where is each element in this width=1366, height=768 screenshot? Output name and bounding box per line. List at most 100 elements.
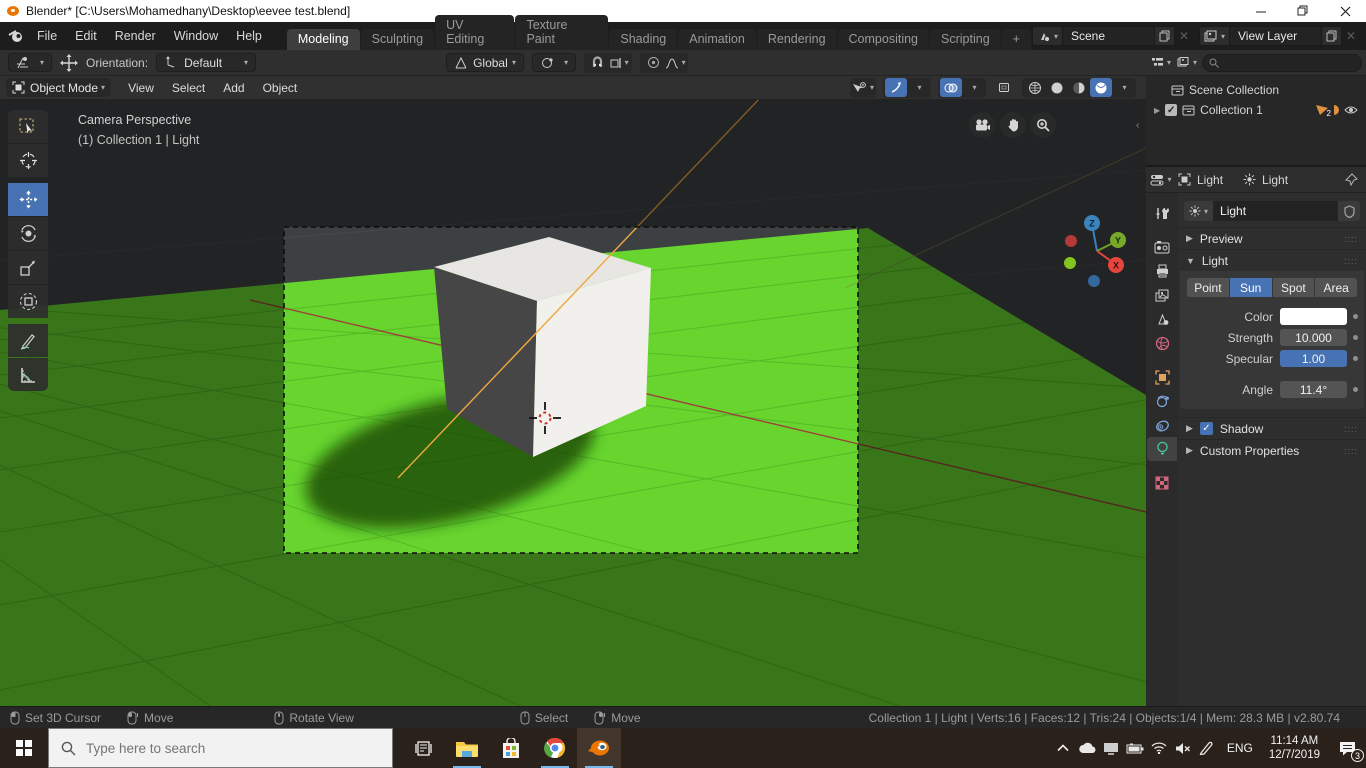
3d-viewport[interactable]: Z Y X Camera Perspective (1) Collection … xyxy=(0,100,1146,706)
hide-eye-icon[interactable] xyxy=(1344,105,1358,115)
workspace-tab-modeling[interactable]: Modeling xyxy=(286,29,360,50)
show-overlays-icon[interactable] xyxy=(940,78,962,97)
light-name-field[interactable]: Light xyxy=(1213,201,1338,221)
workspace-tab-animation[interactable]: Animation xyxy=(678,29,756,50)
viewport-menu-view[interactable]: View xyxy=(119,81,163,95)
workspace-tab-uv-editing[interactable]: UV Editing xyxy=(435,15,515,50)
camera-view-button[interactable] xyxy=(969,112,995,138)
animate-dot[interactable] xyxy=(1353,335,1358,340)
expand-icon[interactable]: ▶ xyxy=(1154,106,1160,115)
view-layer-unlink-icon[interactable]: ✕ xyxy=(1342,29,1360,43)
object-tab[interactable] xyxy=(1147,365,1177,389)
tray-chevron-up-icon[interactable] xyxy=(1051,728,1075,768)
blender-menu-icon[interactable] xyxy=(8,29,24,43)
snap-target-dropdown[interactable]: ▾ xyxy=(608,53,630,72)
light-panel-header[interactable]: ▼ Light :::: xyxy=(1178,249,1366,271)
proportional-falloff-dropdown[interactable]: ▾ xyxy=(664,53,686,72)
animate-dot[interactable] xyxy=(1353,387,1358,392)
task-view-button[interactable] xyxy=(401,728,445,768)
viewport-menu-object[interactable]: Object xyxy=(254,81,307,95)
pen-icon[interactable] xyxy=(1195,728,1219,768)
animate-dot[interactable] xyxy=(1353,356,1358,361)
shading-solid-icon[interactable] xyxy=(1046,78,1068,97)
menu-edit[interactable]: Edit xyxy=(66,29,106,43)
viewport-menu-select[interactable]: Select xyxy=(163,81,214,95)
volume-muted-icon[interactable] xyxy=(1171,728,1195,768)
menu-help[interactable]: Help xyxy=(227,29,271,43)
restore-button[interactable] xyxy=(1282,0,1324,22)
menu-window[interactable]: Window xyxy=(165,29,227,43)
tool-scale[interactable] xyxy=(8,251,48,284)
gizmo-dropdown-icon[interactable]: ▾ xyxy=(907,78,929,97)
tool-measure[interactable] xyxy=(8,358,48,391)
outliner-row-collection-1[interactable]: ▶ ✓ Collection 1 2 xyxy=(1146,100,1366,120)
light-type-area[interactable]: Area xyxy=(1315,278,1357,297)
language-indicator[interactable]: ENG xyxy=(1219,741,1261,755)
chrome-button[interactable] xyxy=(533,728,577,768)
scene-icon[interactable]: ▾ xyxy=(1031,26,1063,46)
output-tab[interactable] xyxy=(1147,259,1177,283)
preview-panel-header[interactable]: ▶ Preview :::: xyxy=(1178,227,1366,249)
physics-tab[interactable] xyxy=(1147,389,1177,413)
shading-wireframe-icon[interactable] xyxy=(1024,78,1046,97)
object-data-tab[interactable] xyxy=(1147,437,1177,461)
orientation-dropdown[interactable]: Default ▾ xyxy=(156,53,257,72)
outliner-row-scene-collection[interactable]: Scene Collection xyxy=(1146,80,1366,100)
panel-drag-dots[interactable]: :::: xyxy=(1344,234,1358,244)
scene-copy-icon[interactable] xyxy=(1154,26,1175,46)
onedrive-icon[interactable] xyxy=(1075,728,1099,768)
workspace-tab-add[interactable]: + xyxy=(1001,29,1031,50)
properties-editor-type-icon[interactable]: ▾ xyxy=(1150,170,1172,189)
wifi-icon[interactable] xyxy=(1147,728,1171,768)
tool-tab[interactable] xyxy=(1147,201,1177,225)
scene-name-field[interactable]: Scene xyxy=(1062,26,1155,46)
workspace-tab-scripting[interactable]: Scripting xyxy=(930,29,1001,50)
proportional-edit-icon[interactable] xyxy=(642,53,664,72)
shadow-checkbox[interactable]: ✓ xyxy=(1199,422,1213,435)
menu-file[interactable]: File xyxy=(28,29,66,43)
overlays-dropdown-icon[interactable]: ▾ xyxy=(962,78,984,97)
pan-view-button[interactable] xyxy=(1000,112,1026,138)
move-gizmo-icon[interactable] xyxy=(60,53,79,72)
taskbar-clock[interactable]: 11:14 AM 12/7/2019 xyxy=(1261,734,1328,762)
view-layer-name-field[interactable]: View Layer xyxy=(1230,26,1322,46)
blender-taskbar-button[interactable] xyxy=(577,728,621,768)
outliner-search-input[interactable] xyxy=(1202,53,1362,72)
light-type-sun[interactable]: Sun xyxy=(1229,278,1272,297)
scene-tab[interactable] xyxy=(1147,307,1177,331)
workspace-tab-sculpting[interactable]: Sculpting xyxy=(360,29,435,50)
transform-orientation-dropdown[interactable]: Global ▾ xyxy=(446,53,525,72)
fake-user-shield-icon[interactable] xyxy=(1338,201,1360,221)
panel-drag-dots[interactable]: :::: xyxy=(1344,424,1358,434)
color-swatch[interactable] xyxy=(1280,308,1347,325)
tool-cursor[interactable] xyxy=(8,144,48,177)
close-button[interactable] xyxy=(1324,0,1366,22)
minimize-button[interactable] xyxy=(1240,0,1282,22)
tool-select-box[interactable] xyxy=(8,110,48,143)
workspace-tab-texture-paint[interactable]: Texture Paint xyxy=(515,15,609,50)
tool-annotate[interactable] xyxy=(8,324,48,357)
battery-icon[interactable] xyxy=(1123,728,1147,768)
shading-rendered-icon[interactable] xyxy=(1090,78,1112,97)
outliner-editor-type-icon[interactable]: ▾ xyxy=(1150,53,1172,72)
file-explorer-button[interactable] xyxy=(445,728,489,768)
search-input[interactable] xyxy=(86,740,356,756)
panel-drag-dots[interactable]: :::: xyxy=(1344,446,1358,456)
light-type-icon[interactable]: ▾ xyxy=(1184,201,1214,221)
animate-dot[interactable] xyxy=(1353,314,1358,319)
shading-material-icon[interactable] xyxy=(1068,78,1090,97)
tool-rotate[interactable] xyxy=(8,217,48,250)
workspace-tab-rendering[interactable]: Rendering xyxy=(756,29,837,50)
world-tab[interactable] xyxy=(1147,331,1177,355)
specular-field[interactable]: 1.00 xyxy=(1280,350,1347,367)
display-icon[interactable] xyxy=(1099,728,1123,768)
xray-toggle-icon[interactable] xyxy=(993,78,1015,97)
pivot-point-dropdown[interactable]: ▾ xyxy=(532,53,577,72)
outliner-filter-icon[interactable]: ▾ xyxy=(1176,53,1198,72)
tool-move[interactable] xyxy=(8,183,48,216)
texture-tab[interactable] xyxy=(1147,471,1177,495)
shadow-panel-header[interactable]: ▶ ✓ Shadow :::: xyxy=(1178,417,1366,439)
strength-field[interactable]: 10.000 xyxy=(1280,329,1347,346)
active-tool-icon[interactable]: ▾ xyxy=(8,53,53,72)
object-visibility-icon[interactable]: ▾ xyxy=(852,78,874,97)
